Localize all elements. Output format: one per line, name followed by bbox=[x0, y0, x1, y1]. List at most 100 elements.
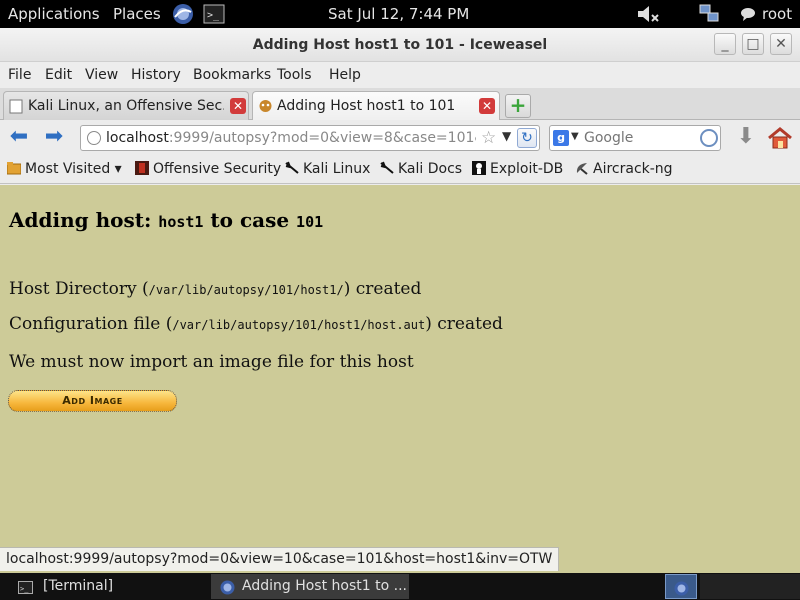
menu-bookmarks[interactable]: Bookmarks bbox=[193, 67, 271, 83]
tab-adding-host[interactable]: Adding Host host1 to 101 ✕ bbox=[252, 91, 500, 121]
menu-edit[interactable]: Edit bbox=[45, 67, 72, 83]
bookmark-label: Kali Linux bbox=[303, 161, 371, 177]
heading-text: Adding host: bbox=[9, 208, 159, 232]
taskbar-terminal[interactable]: >_ [Terminal] bbox=[0, 574, 205, 599]
workspace-empty[interactable] bbox=[700, 574, 800, 599]
browser-launcher-icon[interactable] bbox=[172, 3, 194, 25]
bookmark-most-visited[interactable]: Most Visited ▾ bbox=[6, 161, 122, 177]
network-icon[interactable] bbox=[698, 3, 720, 25]
tab-label: Kali Linux, an Offensive Sec... bbox=[28, 98, 224, 114]
user-menu[interactable]: root bbox=[762, 5, 792, 23]
home-icon[interactable] bbox=[767, 126, 793, 150]
close-tab-icon[interactable]: ✕ bbox=[230, 98, 246, 114]
status-bar-url: localhost:9999/autopsy?mod=0&view=10&cas… bbox=[0, 547, 560, 571]
folder-icon bbox=[6, 161, 22, 175]
minimize-button[interactable]: _ bbox=[714, 33, 736, 55]
bookmark-label: Aircrack-ng bbox=[593, 161, 673, 177]
browser-window: Adding Host host1 to 101 - Iceweasel _ □… bbox=[0, 28, 800, 573]
close-tab-icon[interactable]: ✕ bbox=[479, 98, 495, 114]
search-icon[interactable] bbox=[700, 129, 718, 147]
bookmarks-toolbar: Most Visited ▾ Offensive Security Kali L… bbox=[0, 156, 800, 184]
config-file-path: /var/lib/autopsy/101/host1/host.aut bbox=[172, 318, 426, 332]
terminal-icon: >_ bbox=[18, 579, 33, 594]
downloads-icon[interactable]: ⬇ bbox=[735, 126, 757, 150]
heading-text: to case bbox=[203, 208, 297, 232]
search-input[interactable] bbox=[584, 129, 694, 147]
volume-muted-icon[interactable] bbox=[636, 3, 659, 25]
chat-icon[interactable] bbox=[740, 3, 756, 25]
menu-help[interactable]: Help bbox=[329, 67, 361, 83]
forward-arrow-icon[interactable]: ➡ bbox=[42, 126, 66, 149]
close-window-button[interactable]: ✕ bbox=[770, 33, 792, 55]
bookmark-offensive-security[interactable]: Offensive Security bbox=[135, 161, 281, 177]
page-icon bbox=[9, 99, 24, 114]
bookmark-kali-linux[interactable]: Kali Linux bbox=[285, 161, 370, 177]
autopsy-favicon-icon bbox=[258, 99, 273, 114]
bookmark-label: Most Visited bbox=[25, 161, 111, 177]
host-directory-path: /var/lib/autopsy/101/host1/ bbox=[148, 283, 344, 297]
kali-dragon-icon bbox=[285, 161, 299, 175]
bookmark-label: Kali Docs bbox=[398, 161, 463, 177]
url-path: :9999/autopsy?mod=0&view=8&case=101&in bbox=[168, 130, 476, 146]
menu-view[interactable]: View bbox=[85, 67, 118, 83]
top-panel: Applications Places >_ Sat Jul 12, 7:44 … bbox=[0, 0, 800, 28]
tab-kali-linux[interactable]: Kali Linux, an Offensive Sec... ✕ bbox=[3, 91, 249, 120]
line-text: ) created bbox=[425, 314, 503, 334]
import-message: We must now import an image file for thi… bbox=[9, 352, 414, 372]
bookmark-kali-docs[interactable]: Kali Docs bbox=[380, 161, 462, 177]
heading-host: host1 bbox=[158, 213, 204, 231]
globe-icon bbox=[87, 131, 101, 145]
line-text: ) created bbox=[343, 279, 422, 299]
url-host: localhost bbox=[106, 130, 169, 146]
taskbar-label: Adding Host host1 to ... bbox=[242, 578, 407, 594]
page-content: Adding host: host1 to case 101 Host Dire… bbox=[0, 185, 800, 573]
workspace-switcher[interactable] bbox=[665, 574, 697, 599]
bookmark-label: Exploit-DB bbox=[490, 161, 564, 177]
places-menu[interactable]: Places bbox=[113, 5, 161, 23]
url-bar[interactable]: localhost:9999/autopsy?mod=0&view=8&case… bbox=[80, 125, 540, 151]
tab-label: Adding Host host1 to 101 bbox=[277, 98, 456, 114]
taskbar-browser[interactable]: Adding Host host1 to ... bbox=[211, 574, 409, 599]
bookmark-aircrack-ng[interactable]: Aircrack-ng bbox=[575, 161, 673, 177]
config-file-line: Configuration file (/var/lib/autopsy/101… bbox=[9, 314, 503, 334]
back-arrow-icon[interactable]: ⬅ bbox=[7, 126, 31, 149]
bookmark-star-icon[interactable]: ☆ bbox=[481, 128, 496, 148]
google-icon[interactable]: g bbox=[553, 130, 569, 146]
workspace-icon bbox=[674, 580, 689, 596]
history-dropdown-icon[interactable]: ▼ bbox=[502, 129, 511, 143]
add-image-button[interactable]: Add Image bbox=[8, 390, 177, 412]
kali-dragon-icon bbox=[380, 161, 394, 175]
taskbar-label: [Terminal] bbox=[43, 578, 114, 594]
clock[interactable]: Sat Jul 12, 7:44 PM bbox=[328, 5, 469, 23]
window-title: Adding Host host1 to 101 - Iceweasel bbox=[252, 37, 548, 53]
browser-icon bbox=[220, 579, 235, 595]
search-bar[interactable]: g ▼ bbox=[549, 125, 721, 151]
svg-text:>_: >_ bbox=[207, 10, 220, 21]
engine-dropdown-icon[interactable]: ▼ bbox=[571, 131, 579, 142]
heading-case: 101 bbox=[296, 213, 324, 231]
titlebar[interactable]: Adding Host host1 to 101 - Iceweasel _ □… bbox=[0, 28, 800, 62]
bookmark-label: Offensive Security bbox=[153, 161, 282, 177]
menu-file[interactable]: File bbox=[8, 67, 31, 83]
menubar: File Edit View History Bookmarks Tools H… bbox=[0, 62, 800, 88]
new-tab-button[interactable]: + bbox=[505, 94, 531, 118]
url-text[interactable]: localhost:9999/autopsy?mod=0&view=8&case… bbox=[106, 130, 476, 146]
exploit-db-icon bbox=[472, 161, 486, 175]
taskbar: >_ [Terminal] Adding Host host1 to ... bbox=[0, 573, 800, 600]
host-directory-line: Host Directory (/var/lib/autopsy/101/hos… bbox=[9, 279, 421, 299]
terminal-launcher-icon[interactable]: >_ bbox=[203, 3, 225, 25]
line-text: Configuration file ( bbox=[9, 314, 173, 334]
satellite-dish-icon bbox=[575, 161, 589, 175]
bookmark-exploit-db[interactable]: Exploit-DB bbox=[472, 161, 563, 177]
svg-text:>_: >_ bbox=[20, 585, 29, 593]
maximize-button[interactable]: □ bbox=[742, 33, 764, 55]
applications-menu[interactable]: Applications bbox=[8, 5, 100, 23]
page-heading: Adding host: host1 to case 101 bbox=[9, 208, 323, 232]
menu-history[interactable]: History bbox=[131, 67, 181, 83]
line-text: Host Directory ( bbox=[9, 279, 149, 299]
menu-tools[interactable]: Tools bbox=[277, 67, 312, 83]
offsec-icon bbox=[135, 161, 149, 175]
reload-icon[interactable]: ↻ bbox=[517, 128, 537, 148]
navigation-toolbar: ⬅ ➡ localhost:9999/autopsy?mod=0&view=8&… bbox=[0, 120, 800, 156]
tab-bar: Kali Linux, an Offensive Sec... ✕ Adding… bbox=[0, 88, 800, 121]
